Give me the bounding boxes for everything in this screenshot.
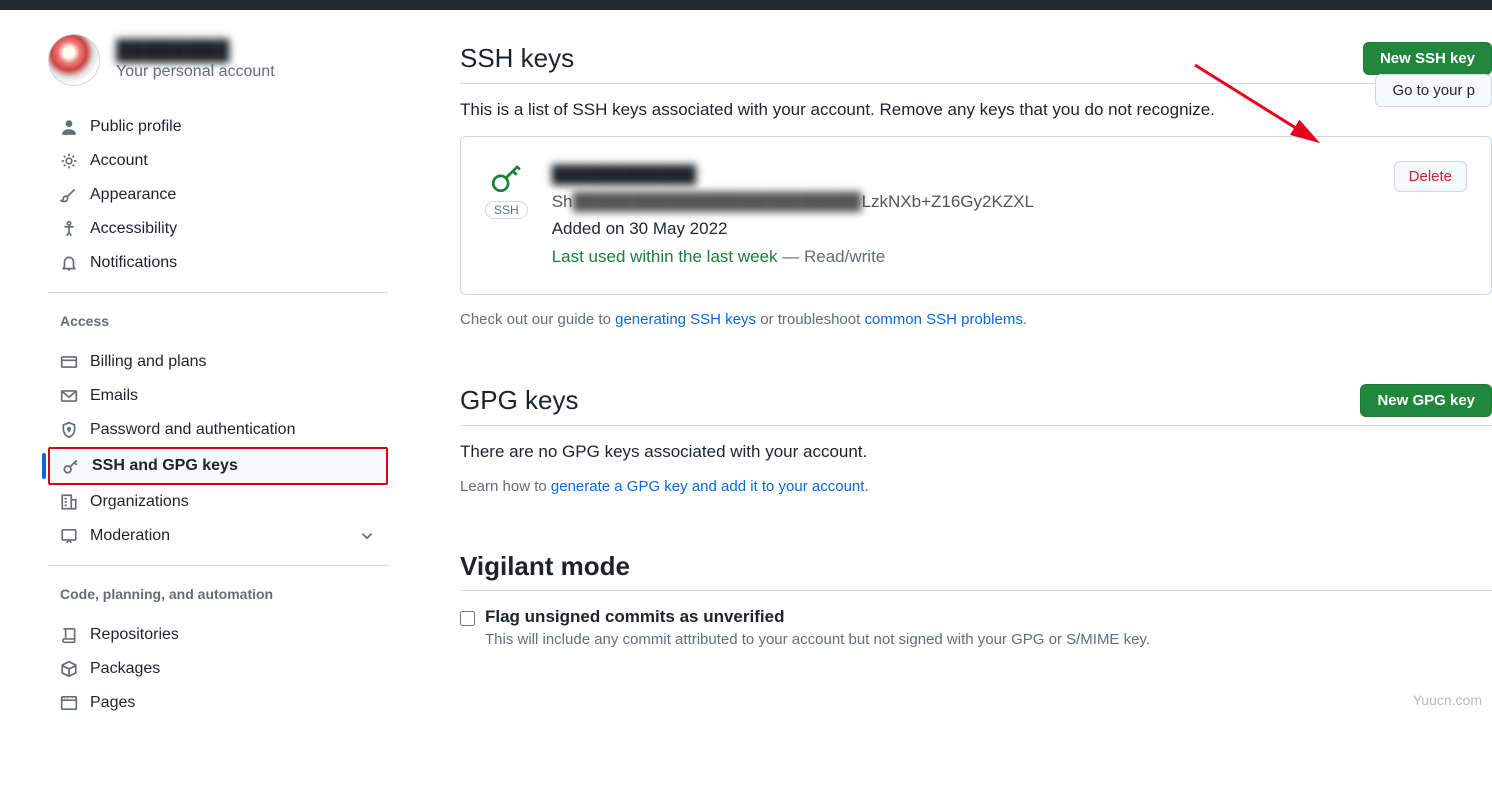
ssh-keys-title: SSH keys: [460, 43, 574, 74]
shield-icon: [60, 421, 78, 439]
sidebar-item-label: Accessibility: [90, 220, 177, 238]
ssh-help-text: Check out our guide to generating SSH ke…: [460, 311, 1492, 328]
ssh-key-card: SSH ████████████ Sh█████████████████████…: [460, 136, 1492, 295]
vigilant-mode-title: Vigilant mode: [460, 551, 630, 582]
common-ssh-problems-link[interactable]: common SSH problems: [864, 311, 1022, 328]
flag-unsigned-checkbox[interactable]: [460, 611, 475, 626]
sidebar-item-label: Password and authentication: [90, 421, 295, 439]
sidebar-item-organizations[interactable]: Organizations: [48, 485, 388, 519]
generating-ssh-keys-link[interactable]: generating SSH keys: [615, 311, 756, 328]
nav-divider: [48, 292, 388, 293]
go-to-profile-button[interactable]: Go to your p: [1375, 74, 1492, 107]
ssh-key-title: ████████████: [552, 161, 1370, 188]
sidebar-item-label: Appearance: [90, 186, 176, 204]
ssh-badge: SSH: [485, 201, 528, 219]
sidebar-item-label: Organizations: [90, 493, 189, 511]
bell-icon: [60, 254, 78, 272]
vigilant-section: Vigilant mode Flag unsigned commits as u…: [460, 543, 1492, 648]
ssh-key-added-date: Added on 30 May 2022: [552, 215, 1370, 242]
sidebar-item-label: Account: [90, 152, 148, 170]
ssh-key-access: — Read/write: [778, 247, 886, 266]
key-icon: [489, 161, 523, 195]
profile-header: ████████ Your personal account: [48, 34, 388, 86]
sidebar-item-packages[interactable]: Packages: [48, 652, 388, 686]
sidebar-item-label: Repositories: [90, 626, 179, 644]
ssh-key-fingerprint: Sh████████████████████████LzkNXb+Z16Gy2K…: [552, 188, 1370, 215]
sidebar-item-label: Emails: [90, 387, 138, 405]
accessibility-icon: [60, 220, 78, 238]
main-content: SSH keys New SSH key This is a list of S…: [388, 34, 1492, 728]
sidebar-item-ssh-gpg-keys[interactable]: SSH and GPG keys: [50, 449, 386, 483]
username: ████████: [116, 40, 275, 63]
sidebar-item-accessibility[interactable]: Accessibility: [48, 212, 388, 246]
sidebar-item-public-profile[interactable]: Public profile: [48, 110, 388, 144]
flag-unsigned-description: This will include any commit attributed …: [485, 631, 1150, 648]
delete-ssh-key-button[interactable]: Delete: [1394, 161, 1467, 192]
repo-icon: [60, 626, 78, 644]
mail-icon: [60, 387, 78, 405]
sidebar-item-label: Notifications: [90, 254, 177, 272]
sidebar-item-moderation[interactable]: Moderation: [48, 519, 388, 553]
sidebar-item-label: Pages: [90, 694, 135, 712]
package-icon: [60, 660, 78, 678]
sidebar-item-label: Packages: [90, 660, 160, 678]
ssh-section: SSH keys New SSH key This is a list of S…: [460, 34, 1492, 328]
sidebar-item-label: SSH and GPG keys: [92, 457, 238, 475]
sidebar: ████████ Your personal account Public pr…: [48, 34, 388, 728]
generate-gpg-key-link[interactable]: generate a GPG key and add it to your ac…: [551, 478, 865, 495]
brush-icon: [60, 186, 78, 204]
sidebar-item-label: Public profile: [90, 118, 182, 136]
avatar[interactable]: [48, 34, 100, 86]
sidebar-item-notifications[interactable]: Notifications: [48, 246, 388, 280]
report-icon: [60, 527, 78, 545]
chevron-down-icon: [358, 527, 376, 545]
gpg-keys-title: GPG keys: [460, 385, 578, 416]
gpg-section: GPG keys New GPG key There are no GPG ke…: [460, 376, 1492, 495]
sidebar-item-label: Billing and plans: [90, 353, 207, 371]
sidebar-item-label: Moderation: [90, 527, 170, 545]
highlight-box: SSH and GPG keys: [48, 447, 388, 485]
ssh-key-last-used: Last used within the last week: [552, 247, 778, 266]
sidebar-item-pages[interactable]: Pages: [48, 686, 388, 720]
new-gpg-key-button[interactable]: New GPG key: [1360, 384, 1492, 417]
key-icon: [62, 457, 80, 475]
browser-icon: [60, 694, 78, 712]
nav-heading-code: Code, planning, and automation: [48, 578, 388, 610]
nav-divider: [48, 565, 388, 566]
sidebar-item-account[interactable]: Account: [48, 144, 388, 178]
sidebar-item-appearance[interactable]: Appearance: [48, 178, 388, 212]
nav-heading-access: Access: [48, 305, 388, 337]
org-icon: [60, 493, 78, 511]
new-ssh-key-button[interactable]: New SSH key: [1363, 42, 1492, 75]
gear-icon: [60, 152, 78, 170]
person-icon: [60, 118, 78, 136]
flag-unsigned-label: Flag unsigned commits as unverified: [485, 607, 1150, 627]
card-icon: [60, 353, 78, 371]
gpg-help-text: Learn how to generate a GPG key and add …: [460, 478, 1492, 495]
watermark: Yuucn.com: [1413, 692, 1482, 708]
sidebar-item-repositories[interactable]: Repositories: [48, 618, 388, 652]
account-subtitle: Your personal account: [116, 63, 275, 81]
sidebar-item-billing[interactable]: Billing and plans: [48, 345, 388, 379]
sidebar-item-emails[interactable]: Emails: [48, 379, 388, 413]
ssh-description: This is a list of SSH keys associated wi…: [460, 100, 1492, 120]
top-bar: [0, 0, 1492, 10]
sidebar-item-password[interactable]: Password and authentication: [48, 413, 388, 447]
gpg-description: There are no GPG keys associated with yo…: [460, 442, 1492, 462]
